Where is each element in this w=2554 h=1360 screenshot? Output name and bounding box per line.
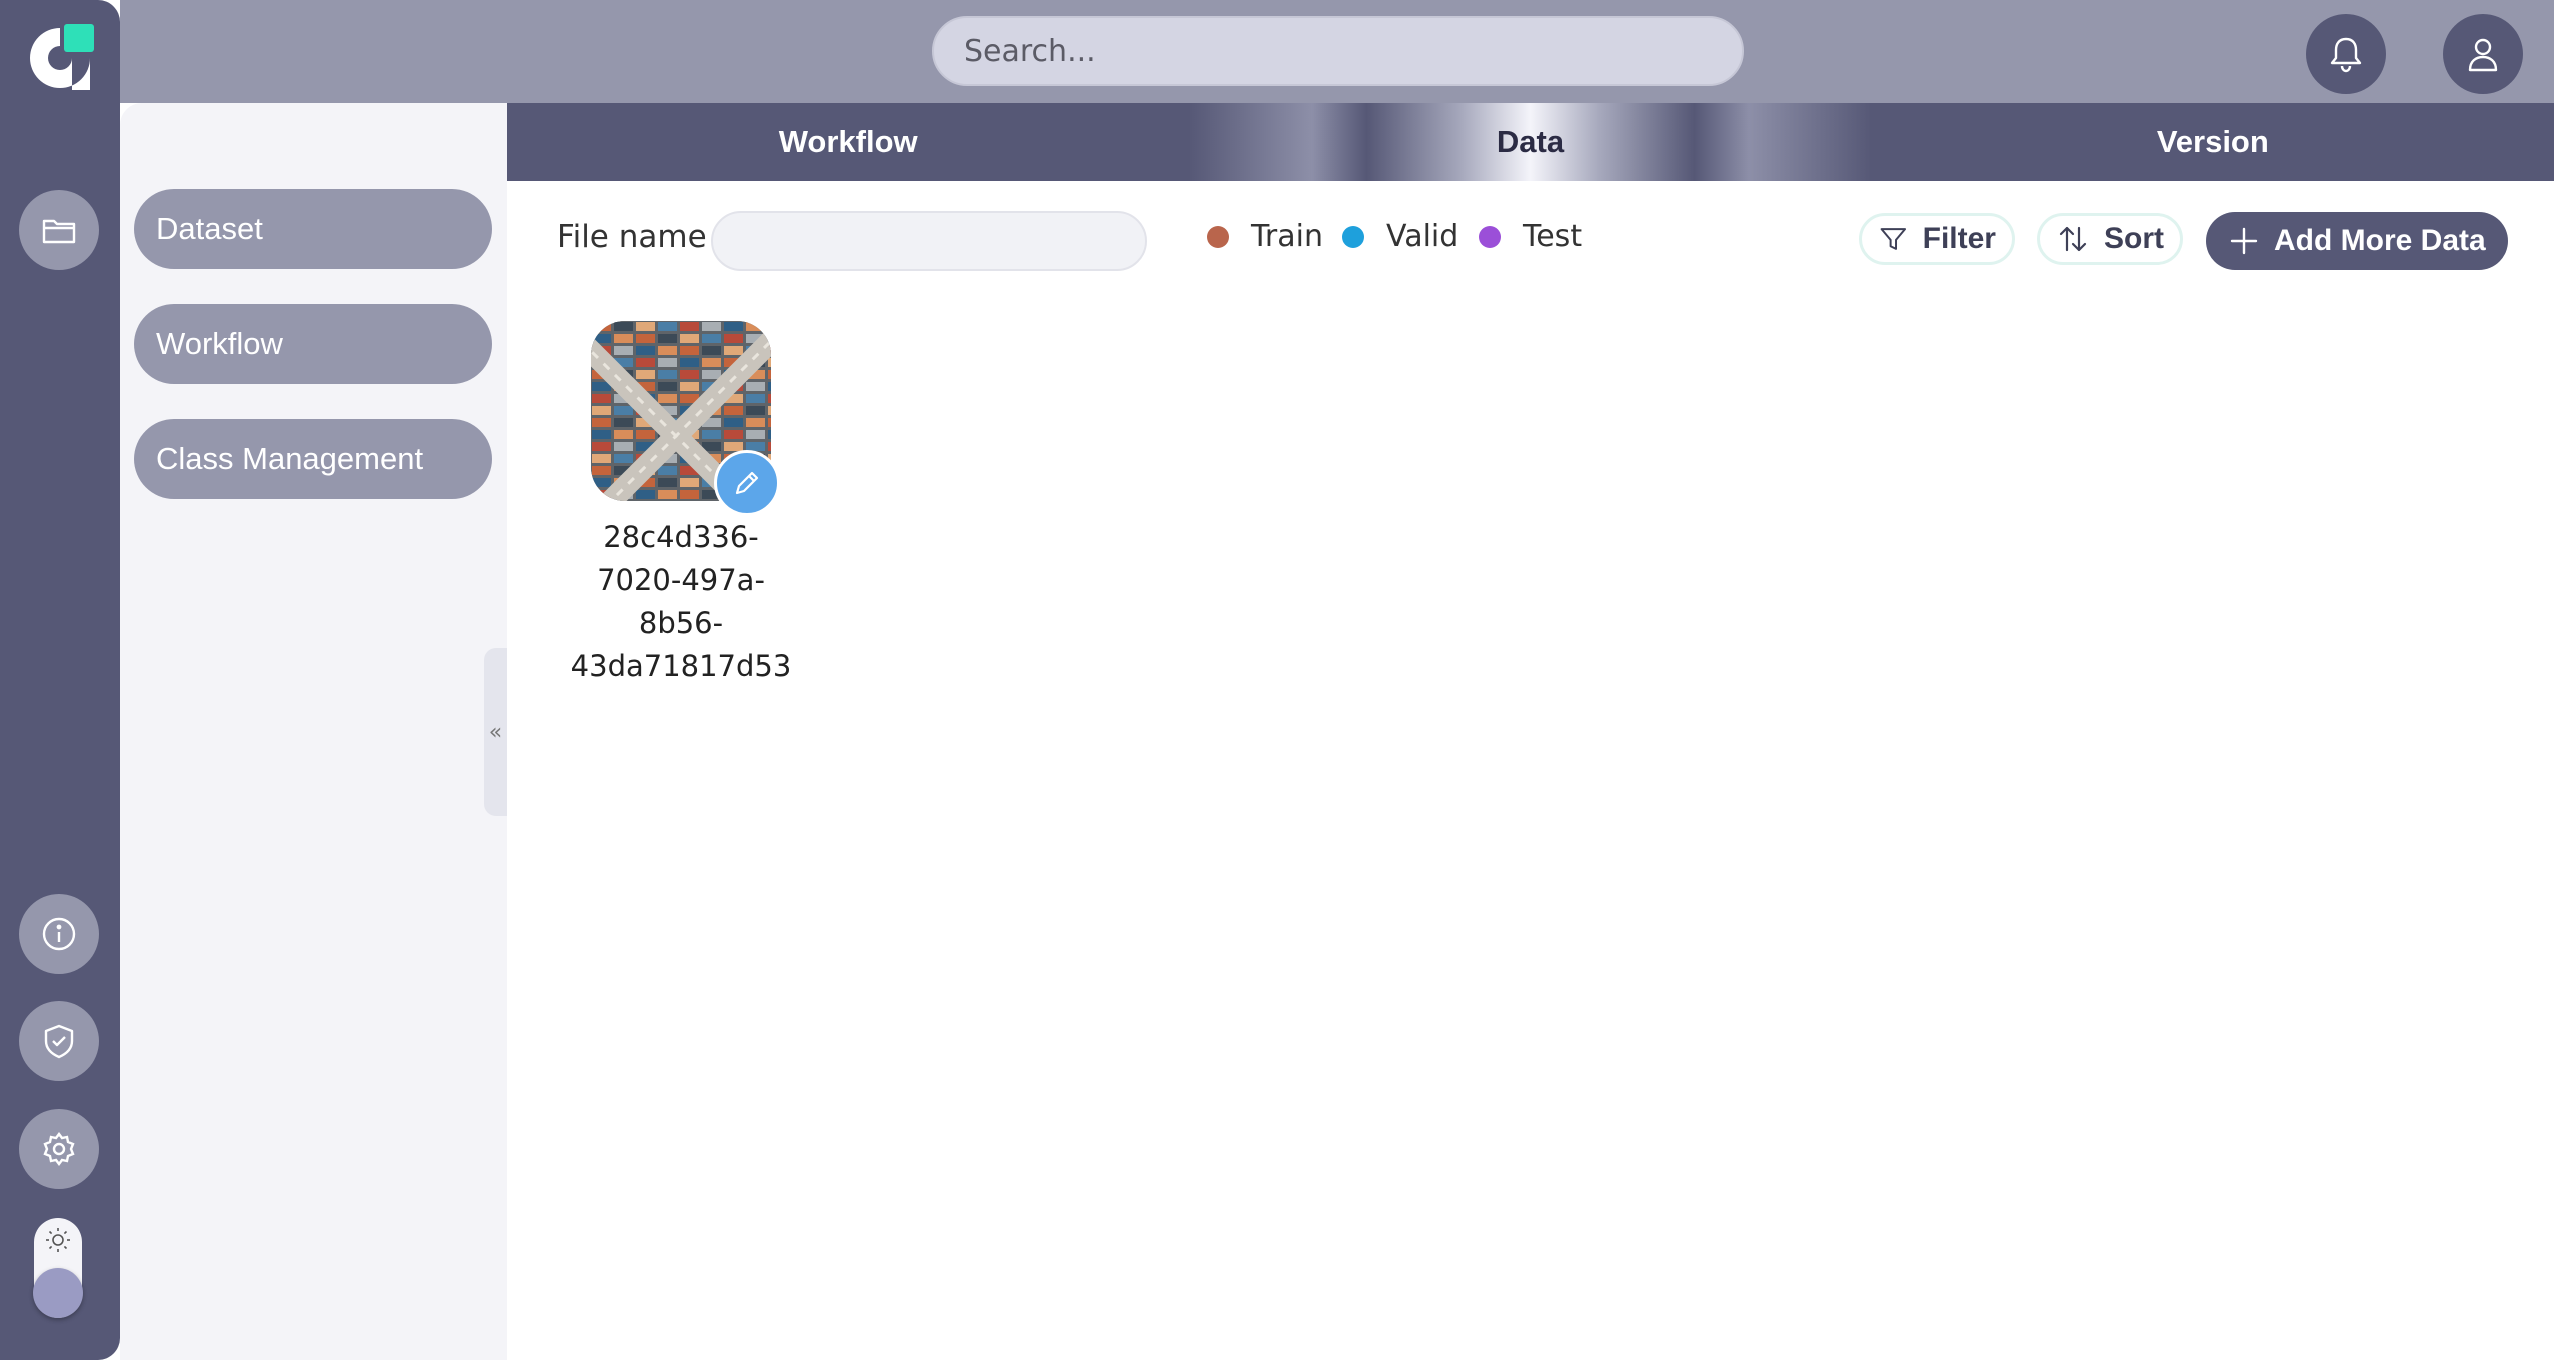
settings-button[interactable] — [19, 1109, 99, 1189]
train-dot-icon — [1207, 225, 1229, 248]
gear-icon — [43, 1132, 75, 1166]
collapse-sidebar-button[interactable]: « — [484, 648, 507, 816]
theme-toggle-knob[interactable] — [33, 1268, 83, 1318]
file-name-text: 28c4d336-7020-497a-8b56-43da71817d53 — [570, 520, 792, 683]
info-icon — [42, 917, 76, 951]
top-bar — [120, 0, 2554, 103]
tab-workflow[interactable]: Workflow — [507, 103, 1189, 181]
tab-bar: Workflow Data Version — [507, 103, 2554, 181]
tab-data[interactable]: Data — [1189, 103, 1872, 181]
sidebar-item-dataset[interactable]: Dataset — [134, 189, 492, 269]
add-more-data-label: Add More Data — [2274, 224, 2486, 257]
edit-file-button[interactable] — [714, 450, 780, 516]
legend-label: Train — [1251, 219, 1323, 254]
sort-label: Sort — [2104, 222, 2164, 255]
sun-icon — [46, 1228, 70, 1252]
filter-icon — [1880, 228, 1907, 250]
legend-test: Test — [1479, 219, 1582, 254]
double-chevron-left-icon: « — [488, 719, 503, 745]
project-sidebar: Dataset Workflow Class Management — [120, 103, 507, 1360]
app-logo-icon[interactable] — [22, 20, 98, 96]
theme-toggle[interactable] — [33, 1218, 83, 1318]
data-toolbar: File name Train Valid Test Filter Sort A… — [507, 181, 2554, 301]
add-more-data-button[interactable]: Add More Data — [2206, 212, 2508, 270]
bell-icon — [2330, 37, 2362, 73]
test-dot-icon — [1479, 225, 1501, 248]
info-button[interactable] — [19, 894, 99, 974]
folder-icon — [42, 219, 76, 244]
sidebar-item-class-management[interactable]: Class Management — [134, 419, 492, 499]
sort-arrows-icon — [2059, 226, 2087, 252]
tab-version[interactable]: Version — [1872, 103, 2554, 181]
shield-check-icon — [44, 1024, 74, 1059]
plus-icon — [2230, 227, 2258, 255]
file-name-input[interactable] — [711, 211, 1147, 271]
pencil-icon — [735, 471, 759, 495]
notifications-button[interactable] — [2306, 14, 2386, 94]
legend-train: Train — [1207, 219, 1323, 254]
sidebar-item-workflow[interactable]: Workflow — [134, 304, 492, 384]
sort-button[interactable]: Sort — [2037, 213, 2183, 265]
user-icon — [2468, 38, 2498, 72]
search-input[interactable] — [932, 16, 1744, 86]
filter-label: Filter — [1922, 222, 1996, 255]
legend-label: Test — [1523, 219, 1583, 254]
legend-valid: Valid — [1342, 219, 1458, 254]
valid-dot-icon — [1342, 225, 1364, 248]
left-rail — [0, 0, 120, 1360]
file-name-label: File name — [557, 219, 707, 255]
profile-button[interactable] — [2443, 14, 2523, 94]
security-button[interactable] — [19, 1001, 99, 1081]
folder-button[interactable] — [19, 190, 99, 270]
filter-button[interactable]: Filter — [1859, 213, 2015, 265]
legend-label: Valid — [1386, 219, 1459, 254]
